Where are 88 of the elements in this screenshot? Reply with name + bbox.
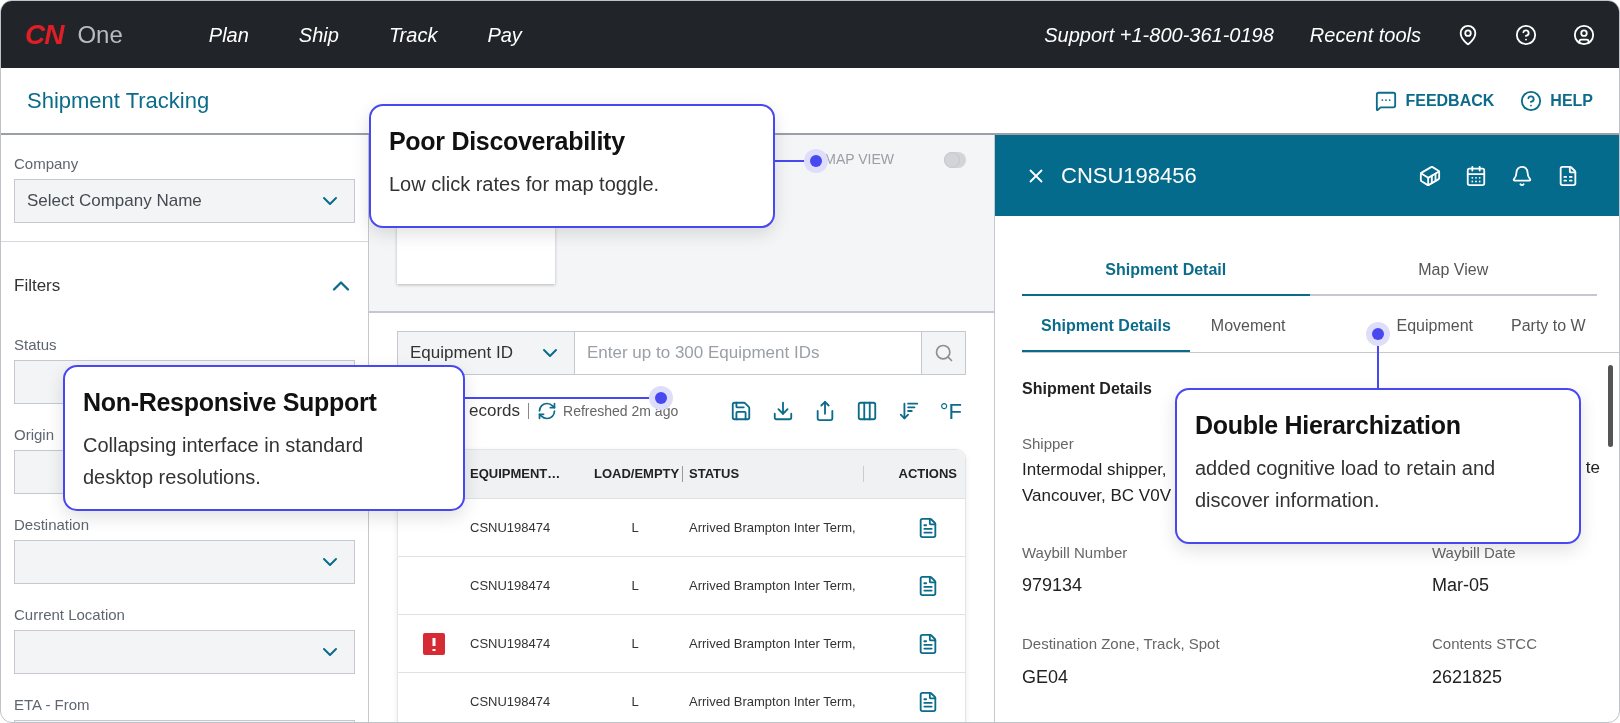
table-cell-text: L: [630, 692, 640, 711]
columns-icon[interactable]: [855, 400, 878, 422]
nav-link[interactable]: Pay: [487, 19, 522, 50]
section-title: Shipment Details: [1022, 379, 1153, 399]
callout-title: Poor Discoverability: [389, 126, 625, 156]
search-button[interactable]: [921, 331, 966, 375]
user-icon[interactable]: [1573, 23, 1595, 46]
map-view-toggle[interactable]: [944, 151, 966, 168]
save-icon[interactable]: [729, 400, 752, 422]
field-label: Destination: [14, 516, 90, 534]
field-value: te: [1585, 457, 1600, 479]
nav-link[interactable]: Ship: [298, 19, 339, 50]
recent-tools-link[interactable]: Recent tools: [1309, 19, 1421, 50]
logo: CN: [25, 17, 64, 52]
table-row[interactable]: CSNU198474 L Arrived Brampton Inter Term,: [398, 672, 965, 722]
equipment-search-field[interactable]: Enter up to 300 Equipment IDs: [575, 331, 921, 375]
records-count: ecords: [469, 400, 521, 423]
refreshed-time: Refreshed 2m ago: [563, 401, 679, 421]
input-field[interactable]: [14, 450, 63, 494]
help-icon[interactable]: [1515, 23, 1537, 46]
column-header: ACTIONS: [898, 465, 958, 484]
detail-tab[interactable]: Map View: [1309, 246, 1597, 296]
header-action-button[interactable]: FEEDBACK: [1375, 88, 1495, 113]
download-icon[interactable]: [771, 400, 794, 422]
field-value: Intermodal shipper,: [1022, 458, 1168, 481]
field-label: Waybill Date: [1432, 542, 1517, 563]
column-header: EQUIPMENT…: [470, 465, 562, 484]
detail-sub-tab[interactable]: Equipment: [1304, 302, 1492, 352]
detail-sub-tab[interactable]: Shipment Details: [1022, 302, 1190, 352]
table-cell-text: L: [630, 576, 640, 595]
table-cell-text: CSNU198474: [470, 518, 552, 537]
callout-text: Collapsing interface in standard desktop resolutions.: [83, 433, 365, 490]
chat-icon: [1375, 89, 1398, 112]
table-row[interactable]: CSNU198474 L Arrived Brampton Inter Term,: [398, 556, 965, 614]
table-cell-text: Arrived Brampton Inter Term,: [689, 576, 857, 595]
location-pin-icon[interactable]: [1457, 23, 1479, 46]
product-name: One: [77, 19, 123, 50]
table-cell-text: L: [630, 518, 640, 537]
field-label: Origin: [14, 426, 54, 444]
callout-title: Non-Responsive Support: [83, 387, 377, 417]
field-value: 979134: [1022, 574, 1084, 597]
nav-link[interactable]: Track: [388, 19, 438, 50]
table-cell-text: CSNU198474: [470, 692, 552, 711]
table-cell-text: Arrived Brampton Inter Term,: [689, 692, 857, 711]
support-link[interactable]: Support +1-800-361-0198: [1044, 19, 1274, 50]
help-icon: [1520, 89, 1543, 112]
unit-toggle[interactable]: °F: [939, 394, 962, 428]
bell-icon[interactable]: [1511, 164, 1533, 187]
refresh-icon[interactable]: [537, 401, 558, 421]
table-cell-text: Arrived Brampton Inter Term,: [689, 634, 857, 653]
select-field[interactable]: [14, 540, 355, 584]
sort-icon[interactable]: [897, 400, 920, 422]
calendar-icon[interactable]: [1465, 164, 1487, 187]
filters-title: Filters: [14, 275, 61, 298]
alert-icon: [423, 632, 445, 655]
spreadsheet-icon[interactable]: [1557, 164, 1579, 187]
header-action-button[interactable]: HELP: [1520, 88, 1593, 113]
company-select[interactable]: Select Company Name: [14, 179, 355, 223]
field-label: Contents STCC: [1432, 634, 1539, 654]
search-icon: [933, 343, 954, 363]
page-title: Shipment Tracking: [27, 87, 210, 115]
field-label: Shipper: [1022, 434, 1075, 454]
table-cell-text: Arrived Brampton Inter Term,: [689, 518, 857, 537]
table-cell-text: L: [630, 634, 640, 653]
id-type-select[interactable]: Equipment ID: [397, 331, 575, 375]
detail-sub-tab[interactable]: Movement: [1191, 302, 1305, 352]
field-label: Waybill Number: [1022, 542, 1129, 563]
callout-text: Low click rates for map toggle.: [389, 172, 660, 197]
field-label: Company: [14, 155, 80, 173]
field-label: Destination Zone, Track, Spot: [1022, 634, 1221, 654]
nav-link[interactable]: Plan: [208, 19, 249, 50]
column-header: STATUS: [689, 465, 741, 484]
callout-title: Double Hierarchization: [1195, 410, 1461, 440]
callout-text: added cognitive load to retain and discover information.: [1195, 456, 1497, 513]
detail-tab[interactable]: Shipment Detail: [1022, 246, 1310, 296]
select-field[interactable]: [14, 630, 355, 674]
field-value: Vancouver, BC V0V: [1022, 484, 1171, 507]
table-cell-text: CSNU198474: [470, 634, 552, 653]
field-value: Mar-05: [1432, 574, 1490, 597]
table-row[interactable]: CSNU198474 L Arrived Brampton Inter Term,: [398, 614, 965, 672]
field-value: 2621825: [1432, 665, 1504, 689]
detail-sub-tab[interactable]: Party to W: [1492, 302, 1605, 352]
table-cell-text: CSNU198474: [470, 576, 552, 595]
equipment-id-title: CNSU198456: [1061, 162, 1197, 190]
field-value: GE04: [1022, 665, 1070, 689]
field-label: ETA - From: [14, 696, 90, 714]
field-label: Current Location: [14, 606, 125, 624]
field-label: Status: [14, 336, 57, 354]
